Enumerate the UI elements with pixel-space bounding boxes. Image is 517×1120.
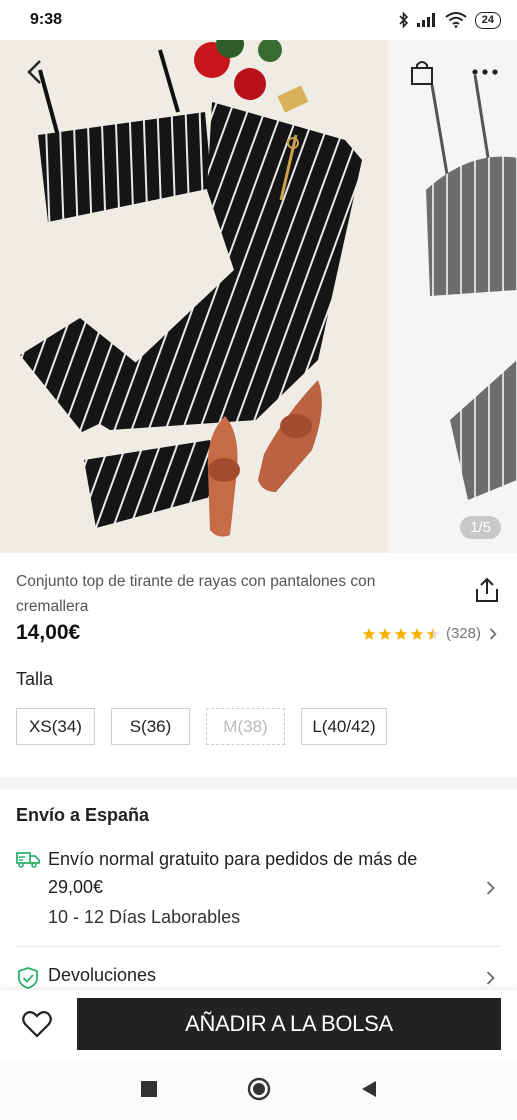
back-icon [27, 60, 41, 84]
truck-icon [16, 852, 40, 868]
heart-icon [22, 1011, 52, 1038]
action-bar: AÑADIR A LA BOLSA [0, 990, 517, 1058]
chevron-right-icon [486, 881, 495, 895]
star-icon [410, 627, 424, 640]
product-rating[interactable]: (328) [362, 625, 497, 642]
returns-row[interactable]: Devoluciones [16, 965, 501, 991]
size-label: Talla [16, 669, 54, 689]
more-button[interactable] [467, 54, 503, 90]
wishlist-button[interactable] [22, 1010, 52, 1043]
wifi-icon [445, 12, 467, 28]
add-to-bag-button[interactable]: AÑADIR A LA BOLSA [77, 998, 501, 1050]
product-price: 14,00€ [16, 621, 81, 644]
gallery-pager: 1/5 [460, 516, 501, 539]
bag-button[interactable] [404, 54, 440, 90]
status-time: 9:38 [30, 11, 63, 28]
back-nav-icon[interactable] [361, 1080, 377, 1098]
returns-label: Devoluciones [48, 965, 157, 985]
chevron-right-icon [486, 971, 495, 985]
back-button[interactable] [16, 54, 52, 90]
size-option-xs[interactable]: XS(34) [16, 708, 95, 745]
product-image-main[interactable] [0, 40, 387, 553]
product-photo [0, 40, 387, 553]
share-button[interactable] [475, 577, 499, 608]
product-gallery[interactable]: 1/5 [0, 40, 517, 553]
shipping-days: 10 - 12 Días Laborables [48, 907, 241, 927]
status-bar: 9:38 24 [0, 0, 517, 40]
shipping-title: Envío a España [16, 805, 150, 825]
size-option-s[interactable]: S(36) [111, 708, 190, 745]
bag-icon [411, 61, 433, 85]
shield-icon [18, 967, 38, 989]
star-icon [394, 627, 408, 640]
section-divider [0, 777, 517, 789]
product-photo-next [390, 40, 517, 553]
status-icons: 24 [399, 11, 501, 29]
recents-icon[interactable] [140, 1081, 157, 1097]
size-options: XS(34) S(36) M(38) L(40/42) [16, 708, 387, 745]
product-title: Conjunto top de tirante de rayas con pan… [16, 573, 376, 615]
product-image-next[interactable]: 1/5 [390, 40, 517, 553]
chevron-right-icon [489, 627, 497, 640]
size-option-l[interactable]: L(40/42) [301, 708, 387, 745]
more-icon [472, 69, 498, 75]
star-icon [362, 627, 376, 640]
star-icon [378, 627, 392, 640]
signal-icon [416, 13, 435, 27]
divider-line [16, 946, 501, 947]
system-nav-bar [0, 1058, 517, 1120]
share-icon [476, 577, 498, 602]
home-icon[interactable] [247, 1077, 271, 1101]
review-count: (328) [445, 625, 481, 642]
battery-indicator: 24 [474, 11, 501, 29]
shipping-normal-text: Envío normal gratuito para pedidos de má… [48, 849, 418, 897]
size-option-m[interactable]: M(38) [206, 708, 285, 745]
bluetooth-icon [399, 12, 408, 28]
half-star-icon [426, 627, 440, 640]
